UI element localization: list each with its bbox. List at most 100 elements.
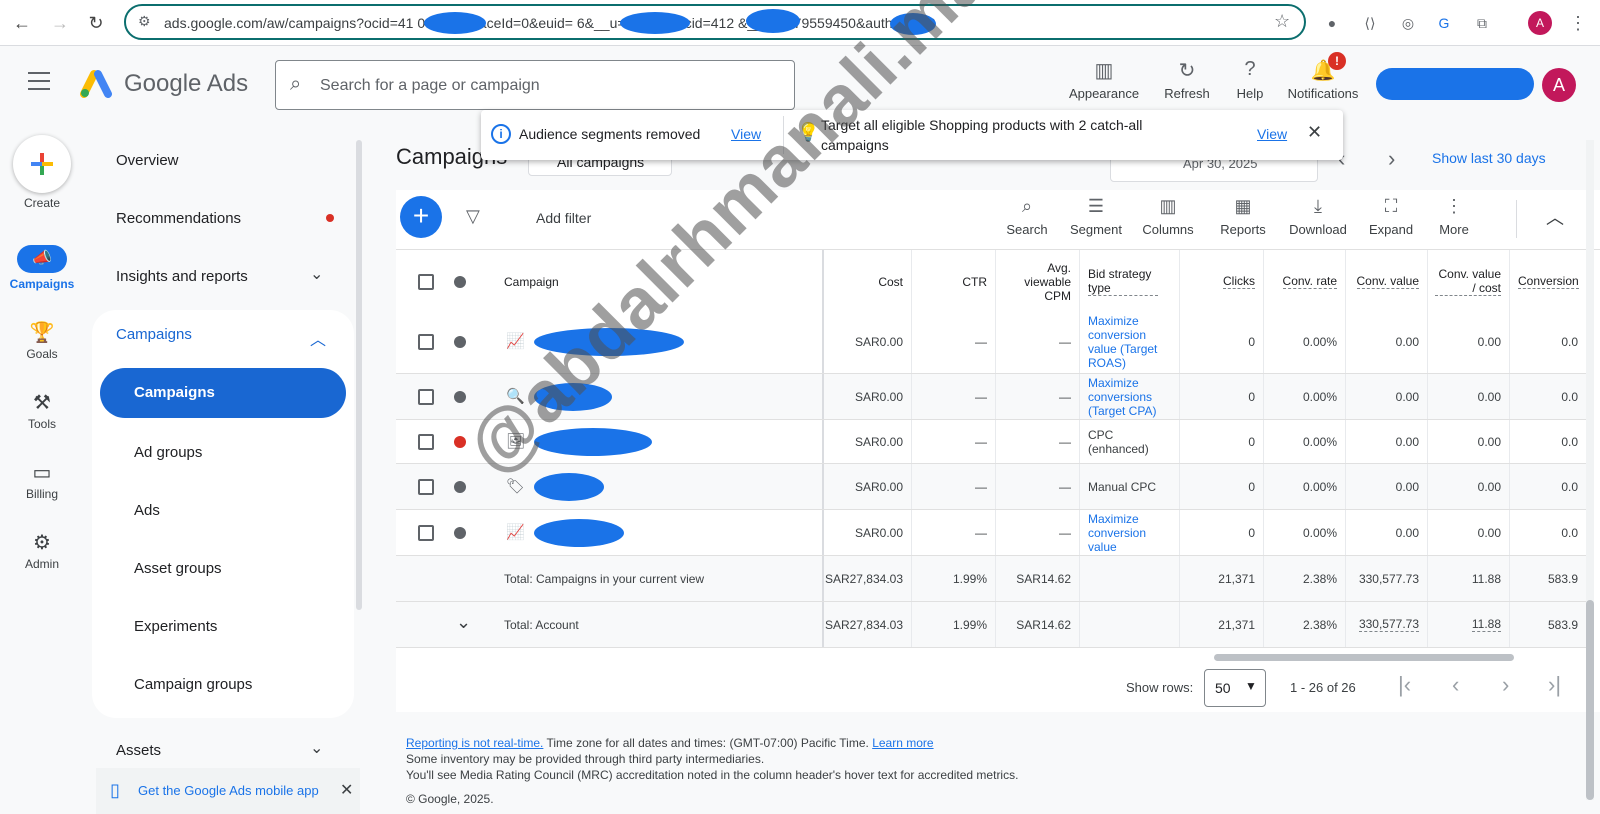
prev-page-icon[interactable]: ‹ — [1452, 672, 1459, 698]
col-ctr-cell[interactable]: CTR — [912, 250, 996, 313]
toast-message-2: Target all eligible Shopping products wi… — [821, 117, 1143, 153]
search-input[interactable]: ⌕ Search for a page or campaign — [275, 60, 795, 110]
horizontal-scrollbar[interactable] — [1214, 654, 1514, 661]
col-campaign[interactable]: Campaign — [504, 275, 559, 289]
chevron-down-icon[interactable]: ⌄ — [310, 264, 323, 284]
download-tool[interactable]: ⤓ Download — [1286, 196, 1350, 237]
col-cost-cell[interactable]: Cost — [822, 250, 912, 313]
nav-insights[interactable]: Insights and reports — [116, 268, 248, 285]
nav-assets[interactable]: Assets — [116, 742, 161, 759]
nav-campaigns-group[interactable]: Campaigns — [116, 326, 192, 343]
reporting-link[interactable]: Reporting is not real-time. — [406, 736, 543, 750]
rail-goals[interactable]: 🏆 Goals — [0, 320, 84, 361]
rows-per-page-select[interactable]: 50 ▼ — [1204, 669, 1266, 707]
toast-view-link-2[interactable]: View — [1257, 126, 1287, 142]
col-conv-value-cost-cell[interactable]: Conv. value / cost — [1428, 250, 1510, 313]
col-conv-value-cell[interactable]: Conv. value — [1346, 250, 1428, 313]
status-icon[interactable] — [454, 527, 466, 539]
add-filter[interactable]: Add filter — [536, 210, 591, 226]
extension-icon[interactable]: ● — [1322, 13, 1342, 33]
row-checkbox[interactable] — [418, 334, 434, 350]
value-bid[interactable]: CPC (enhanced) — [1088, 428, 1171, 456]
filter-icon[interactable]: ▽ — [466, 206, 480, 227]
url-text[interactable]: ads.google.com/aw/campaigns?ocid=41 0&wo… — [164, 15, 936, 31]
translate-icon[interactable]: G — [1434, 13, 1454, 33]
tools-icon: ⚒ — [33, 392, 51, 414]
rail-campaigns[interactable]: 📣 Campaigns — [0, 245, 84, 291]
learn-more-link[interactable]: Learn more — [872, 736, 933, 750]
sidenav-scrollbar[interactable] — [356, 140, 362, 610]
nav-ad-groups[interactable]: Ad groups — [134, 444, 202, 461]
nav-ads[interactable]: Ads — [134, 502, 160, 519]
extension-icon[interactable]: ◎ — [1398, 13, 1418, 33]
search-tool[interactable]: ⌕ Search — [1002, 196, 1052, 237]
appearance-button[interactable]: ▥ Appearance — [1066, 58, 1142, 101]
create-button[interactable] — [13, 135, 71, 193]
nav-recommendations[interactable]: Recommendations — [116, 210, 241, 227]
chevron-down-icon[interactable]: ⌄ — [310, 738, 323, 758]
nav-experiments[interactable]: Experiments — [134, 618, 217, 635]
site-settings-icon[interactable]: ⚙ — [138, 13, 151, 30]
nav-campaign-groups[interactable]: Campaign groups — [134, 676, 252, 693]
reload-icon[interactable]: ↻ — [82, 9, 110, 37]
next-page-icon[interactable]: › — [1502, 672, 1509, 698]
last-page-icon[interactable]: ›| — [1548, 672, 1561, 698]
notifications-button[interactable]: 🔔 Notifications ! — [1282, 52, 1364, 101]
mobile-app-link[interactable]: Get the Google Ads mobile app — [138, 783, 319, 798]
hamburger-menu-icon[interactable] — [28, 72, 54, 92]
expand-tool[interactable]: ⛶ Expand — [1366, 196, 1416, 237]
rail-tools[interactable]: ⚒ Tools — [0, 390, 84, 431]
show-last-30-days[interactable]: Show last 30 days — [1432, 150, 1546, 166]
nav-campaigns-active[interactable]: Campaigns — [100, 368, 346, 418]
value-bid[interactable]: Maximize conversion value (Target ROAS) — [1088, 314, 1171, 370]
more-tool[interactable]: ⋮ More — [1432, 196, 1476, 237]
forward-icon[interactable]: → — [46, 9, 74, 37]
col-bid-cell[interactable]: Bid strategy type — [1080, 250, 1180, 313]
back-icon[interactable]: ← — [8, 9, 36, 37]
select-all-checkbox[interactable] — [418, 274, 434, 290]
add-campaign-button[interactable]: + — [400, 196, 442, 238]
help-button[interactable]: ? Help — [1230, 58, 1270, 101]
nav-asset-groups[interactable]: Asset groups — [134, 560, 222, 577]
page-scrollbar[interactable] — [1586, 140, 1594, 800]
row-checkbox[interactable] — [418, 479, 434, 495]
value-bid[interactable]: Maximize conversions (Target CPA) — [1088, 376, 1171, 418]
status-icon[interactable] — [454, 481, 466, 493]
rail-billing[interactable]: ▭ Billing — [0, 460, 84, 501]
reports-tool[interactable]: ▦ Reports — [1216, 196, 1270, 237]
collapse-chevron-up-icon[interactable]: ︿ — [1546, 204, 1564, 230]
chevron-right-icon[interactable]: › — [1388, 146, 1395, 172]
close-icon[interactable]: ✕ — [340, 780, 353, 800]
nav-overview[interactable]: Overview — [116, 152, 179, 169]
status-icon[interactable] — [454, 336, 466, 348]
code-extension-icon[interactable]: ⟨⟩ — [1360, 13, 1380, 33]
row-checkbox[interactable] — [418, 434, 434, 450]
status-icon[interactable] — [454, 391, 466, 403]
expand-chevron-icon[interactable]: ⌄ — [456, 612, 471, 633]
col-conversions-cell[interactable]: Conversion — [1510, 250, 1586, 313]
segment-tool[interactable]: ☰ Segment — [1068, 196, 1124, 237]
extensions-puzzle-icon[interactable]: ⧉ — [1472, 13, 1492, 33]
col-clicks-cell[interactable]: Clicks — [1180, 250, 1264, 313]
col-conv-rate-cell[interactable]: Conv. rate — [1264, 250, 1346, 313]
google-ads-logo-icon — [80, 70, 112, 98]
account-avatar[interactable]: A — [1542, 68, 1576, 102]
cell-total-ctr: 1.99% — [912, 556, 996, 601]
refresh-button[interactable]: ↻ Refresh — [1152, 58, 1222, 101]
bookmark-star-icon[interactable]: ☆ — [1274, 11, 1290, 32]
rail-admin[interactable]: ⚙ Admin — [0, 530, 84, 571]
chevron-up-icon[interactable]: ︿ — [310, 326, 326, 350]
value-bid[interactable]: Maximize conversion value — [1088, 512, 1171, 554]
row-checkbox[interactable] — [418, 389, 434, 405]
value-cv_cost: 0.00 — [1477, 434, 1501, 449]
row-checkbox[interactable] — [418, 525, 434, 541]
close-icon[interactable]: ✕ — [1307, 122, 1322, 143]
profile-avatar[interactable]: A — [1528, 11, 1552, 35]
col-cpm-cell[interactable]: Avg. viewable CPM — [996, 250, 1080, 313]
columns-tool[interactable]: ▥ Columns — [1138, 196, 1198, 237]
kebab-menu-icon[interactable]: ⋮ — [1568, 13, 1588, 33]
cell-ctr: — — [912, 420, 996, 463]
value-bid[interactable]: Manual CPC — [1088, 480, 1171, 494]
first-page-icon[interactable]: |‹ — [1398, 672, 1411, 698]
address-bar[interactable]: ⚙ ads.google.com/aw/campaigns?ocid=41 0&… — [124, 4, 1306, 40]
